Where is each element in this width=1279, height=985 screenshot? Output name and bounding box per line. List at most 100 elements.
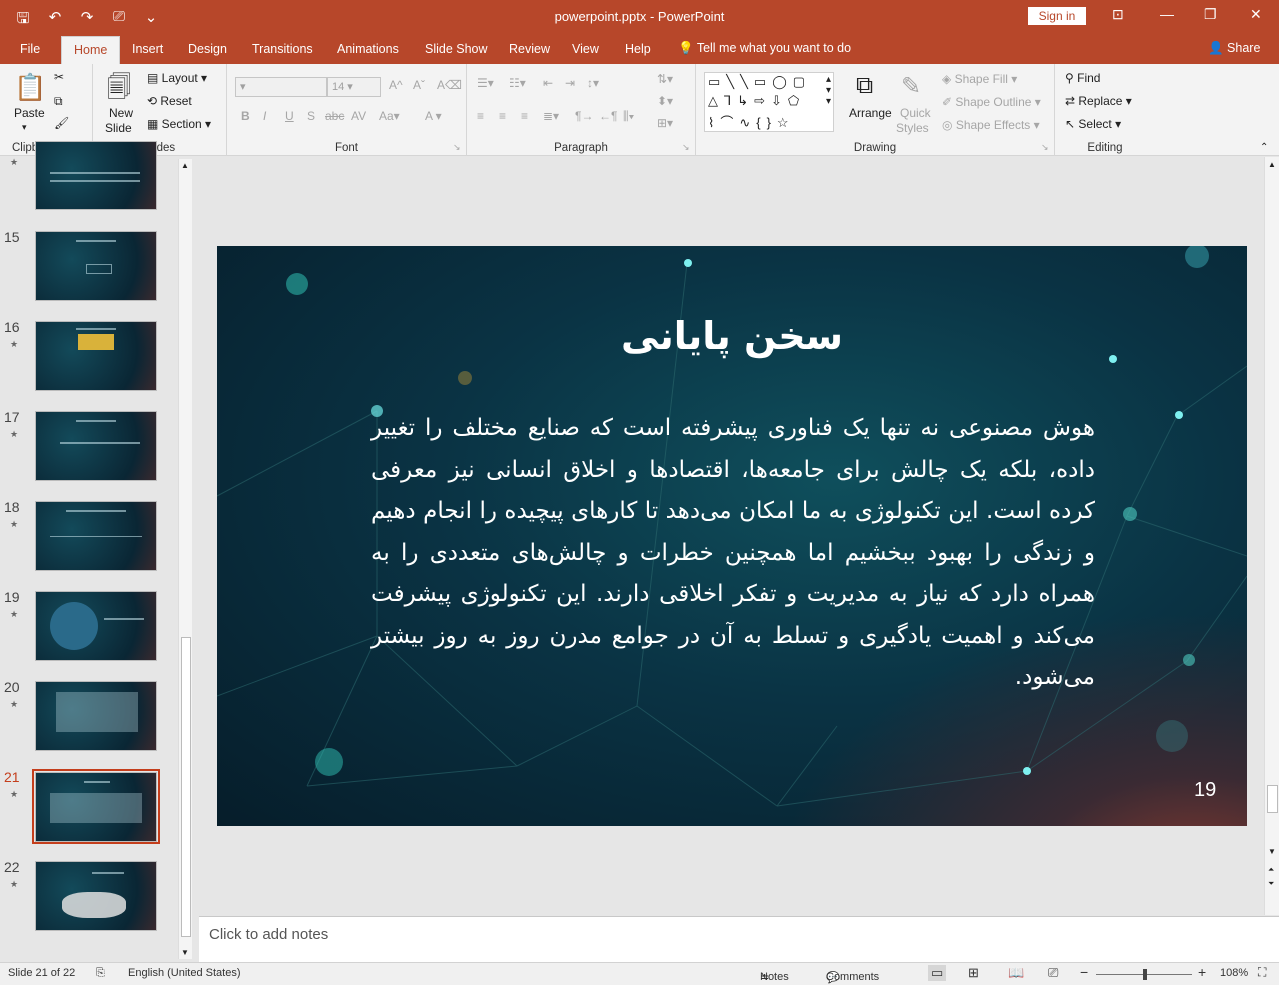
font-size-combo[interactable]: 14 ▾	[327, 77, 381, 97]
arrange-icon[interactable]: ⧉	[856, 72, 873, 100]
new-slide-label-1[interactable]: New	[109, 106, 133, 120]
tab-insert[interactable]: Insert	[132, 42, 163, 56]
slide-thumbnail[interactable]	[35, 861, 157, 931]
zoom-out-icon[interactable]: −	[1080, 964, 1088, 980]
fit-slide-icon[interactable]: ⛶	[1258, 965, 1266, 980]
notes-placeholder[interactable]: Click to add notes	[209, 926, 328, 943]
share-button[interactable]: 👤 Share	[1208, 41, 1260, 56]
tab-review[interactable]: Review	[509, 42, 550, 56]
italic-icon[interactable]: I	[263, 109, 266, 123]
rtl-icon[interactable]: ←¶	[599, 109, 617, 123]
slide-scrollbar[interactable]: ▲ ▼ ⏶ ⏷	[1264, 157, 1279, 915]
slide-title[interactable]: سخن پایانی	[217, 314, 1247, 358]
ltr-icon[interactable]: ¶→	[575, 109, 593, 123]
slide-sorter-icon[interactable]: ⊞	[968, 965, 979, 981]
find-button[interactable]: ⚲ Find	[1065, 71, 1100, 85]
line-spacing-icon[interactable]: ↕▾	[587, 76, 599, 90]
scroll-up-icon[interactable]: ▲	[1268, 160, 1276, 169]
zoom-level[interactable]: 108%	[1220, 967, 1248, 979]
new-slide-icon[interactable]: 🗐	[107, 70, 131, 111]
shrink-font-icon[interactable]: Aˇ	[413, 78, 425, 92]
spell-check-icon[interactable]: ⎘	[96, 967, 105, 980]
scroll-down-icon[interactable]: ▼	[181, 948, 189, 957]
minimize-icon[interactable]: —	[1160, 6, 1174, 22]
quick-styles-label-2[interactable]: Styles	[896, 121, 929, 135]
font-launcher-icon[interactable]: ↘	[453, 142, 461, 153]
select-button[interactable]: ↖ Select ▾	[1065, 117, 1121, 131]
tell-me-box[interactable]: 💡 Tell me what you want to do	[678, 41, 851, 56]
justify-icon[interactable]: ≣▾	[543, 109, 559, 123]
paste-icon[interactable]: 📋	[14, 72, 46, 103]
arrange-button[interactable]: Arrange	[849, 106, 892, 120]
slide-thumbnail[interactable]	[35, 231, 157, 301]
notes-pane[interactable]: Click to add notes	[199, 916, 1279, 962]
grow-font-icon[interactable]: A^	[389, 78, 403, 92]
slide-thumbnail[interactable]	[35, 681, 157, 751]
paste-button[interactable]: Paste	[14, 106, 45, 120]
font-name-combo[interactable]: ▾	[235, 77, 327, 97]
shadow-icon[interactable]: S	[307, 109, 315, 123]
shape-fill-button[interactable]: ◈ Shape Fill ▾	[942, 72, 1017, 86]
columns-icon[interactable]: ⫼▾	[623, 109, 634, 124]
tab-transitions[interactable]: Transitions	[252, 42, 313, 56]
tab-animations[interactable]: Animations	[337, 42, 399, 56]
zoom-in-icon[interactable]: +	[1198, 964, 1206, 980]
shapes-gallery[interactable]: ▭╲╲▭◯▢ △⅂↳⇨⇩⬠ ⌇⌒∿{}☆	[704, 72, 834, 132]
replace-button[interactable]: ⇄ Replace ▾	[1065, 94, 1132, 108]
new-slide-label-2[interactable]: Slide	[105, 121, 132, 135]
tab-view[interactable]: View	[572, 42, 599, 56]
align-left-icon[interactable]: ≡	[477, 109, 484, 123]
strikethrough-icon[interactable]: abc	[325, 109, 344, 123]
normal-view-icon[interactable]: ▭	[928, 965, 947, 981]
decrease-indent-icon[interactable]: ⇤	[543, 76, 553, 90]
tab-file[interactable]: File	[20, 42, 40, 56]
shape-outline-button[interactable]: ✐ Shape Outline ▾	[942, 95, 1041, 109]
tab-slide-show[interactable]: Slide Show	[425, 42, 488, 56]
thumbnails-scrollbar[interactable]: ▲ ▼	[178, 159, 192, 959]
text-direction-icon[interactable]: ⇅▾	[657, 72, 673, 86]
slideshow-view-icon[interactable]: ⎚	[1048, 965, 1058, 981]
quick-styles-label-1[interactable]: Quick	[900, 106, 931, 120]
smartart-icon[interactable]: ⊞▾	[657, 116, 673, 130]
scroll-down-icon[interactable]: ▼	[1268, 847, 1276, 856]
shapes-more-icon[interactable]: ▴ ▾ ▾	[826, 74, 831, 107]
paragraph-launcher-icon[interactable]: ↘	[682, 142, 690, 153]
char-spacing-icon[interactable]: AV	[351, 109, 366, 123]
align-text-icon[interactable]: ⬍▾	[657, 94, 673, 108]
cut-icon[interactable]: ✂	[54, 70, 64, 84]
increase-indent-icon[interactable]: ⇥	[565, 76, 575, 90]
bold-icon[interactable]: B	[241, 109, 250, 123]
slide-thumbnail[interactable]	[35, 591, 157, 661]
zoom-slider-handle[interactable]	[1143, 969, 1147, 980]
align-right-icon[interactable]: ≡	[521, 109, 528, 123]
language-status[interactable]: English (United States)	[128, 967, 241, 979]
sign-in-button[interactable]: Sign in	[1028, 7, 1086, 25]
font-color-icon[interactable]: A ▾	[425, 109, 442, 123]
tab-design[interactable]: Design	[188, 42, 227, 56]
layout-button[interactable]: ▤ Layout ▾	[147, 71, 207, 85]
slide-thumbnail[interactable]	[35, 411, 157, 481]
slide-thumbnail-selected[interactable]	[35, 772, 157, 842]
change-case-icon[interactable]: Aa▾	[379, 109, 400, 123]
bullets-icon[interactable]: ☰▾	[477, 76, 494, 90]
collapse-ribbon-icon[interactable]: ⌃	[1260, 142, 1268, 153]
align-center-icon[interactable]: ≡	[499, 109, 506, 123]
tab-home[interactable]: Home	[61, 36, 121, 64]
close-icon[interactable]: ✕	[1250, 6, 1262, 23]
quick-styles-icon[interactable]: ✎	[901, 72, 921, 101]
numbering-icon[interactable]: ☷▾	[509, 76, 526, 90]
restore-icon[interactable]: ❐	[1204, 6, 1217, 23]
scrollbar-thumb[interactable]	[1267, 785, 1278, 813]
reset-button[interactable]: ⟲ Reset	[147, 94, 192, 108]
scrollbar-thumb[interactable]	[181, 637, 191, 937]
copy-icon[interactable]: ⧉	[54, 94, 63, 109]
paste-dropdown-icon[interactable]: ▾	[22, 122, 27, 133]
underline-icon[interactable]: U	[285, 109, 294, 123]
drawing-launcher-icon[interactable]: ↘	[1041, 142, 1049, 153]
shape-effects-button[interactable]: ◎ Shape Effects ▾	[942, 118, 1040, 132]
ribbon-display-icon[interactable]: ⊡	[1112, 6, 1124, 23]
slide-thumbnail[interactable]	[35, 321, 157, 391]
section-button[interactable]: ▦ Section ▾	[147, 117, 211, 131]
reading-view-icon[interactable]: 📖	[1008, 965, 1024, 981]
next-slide-icon[interactable]: ⏷	[1268, 879, 1274, 889]
